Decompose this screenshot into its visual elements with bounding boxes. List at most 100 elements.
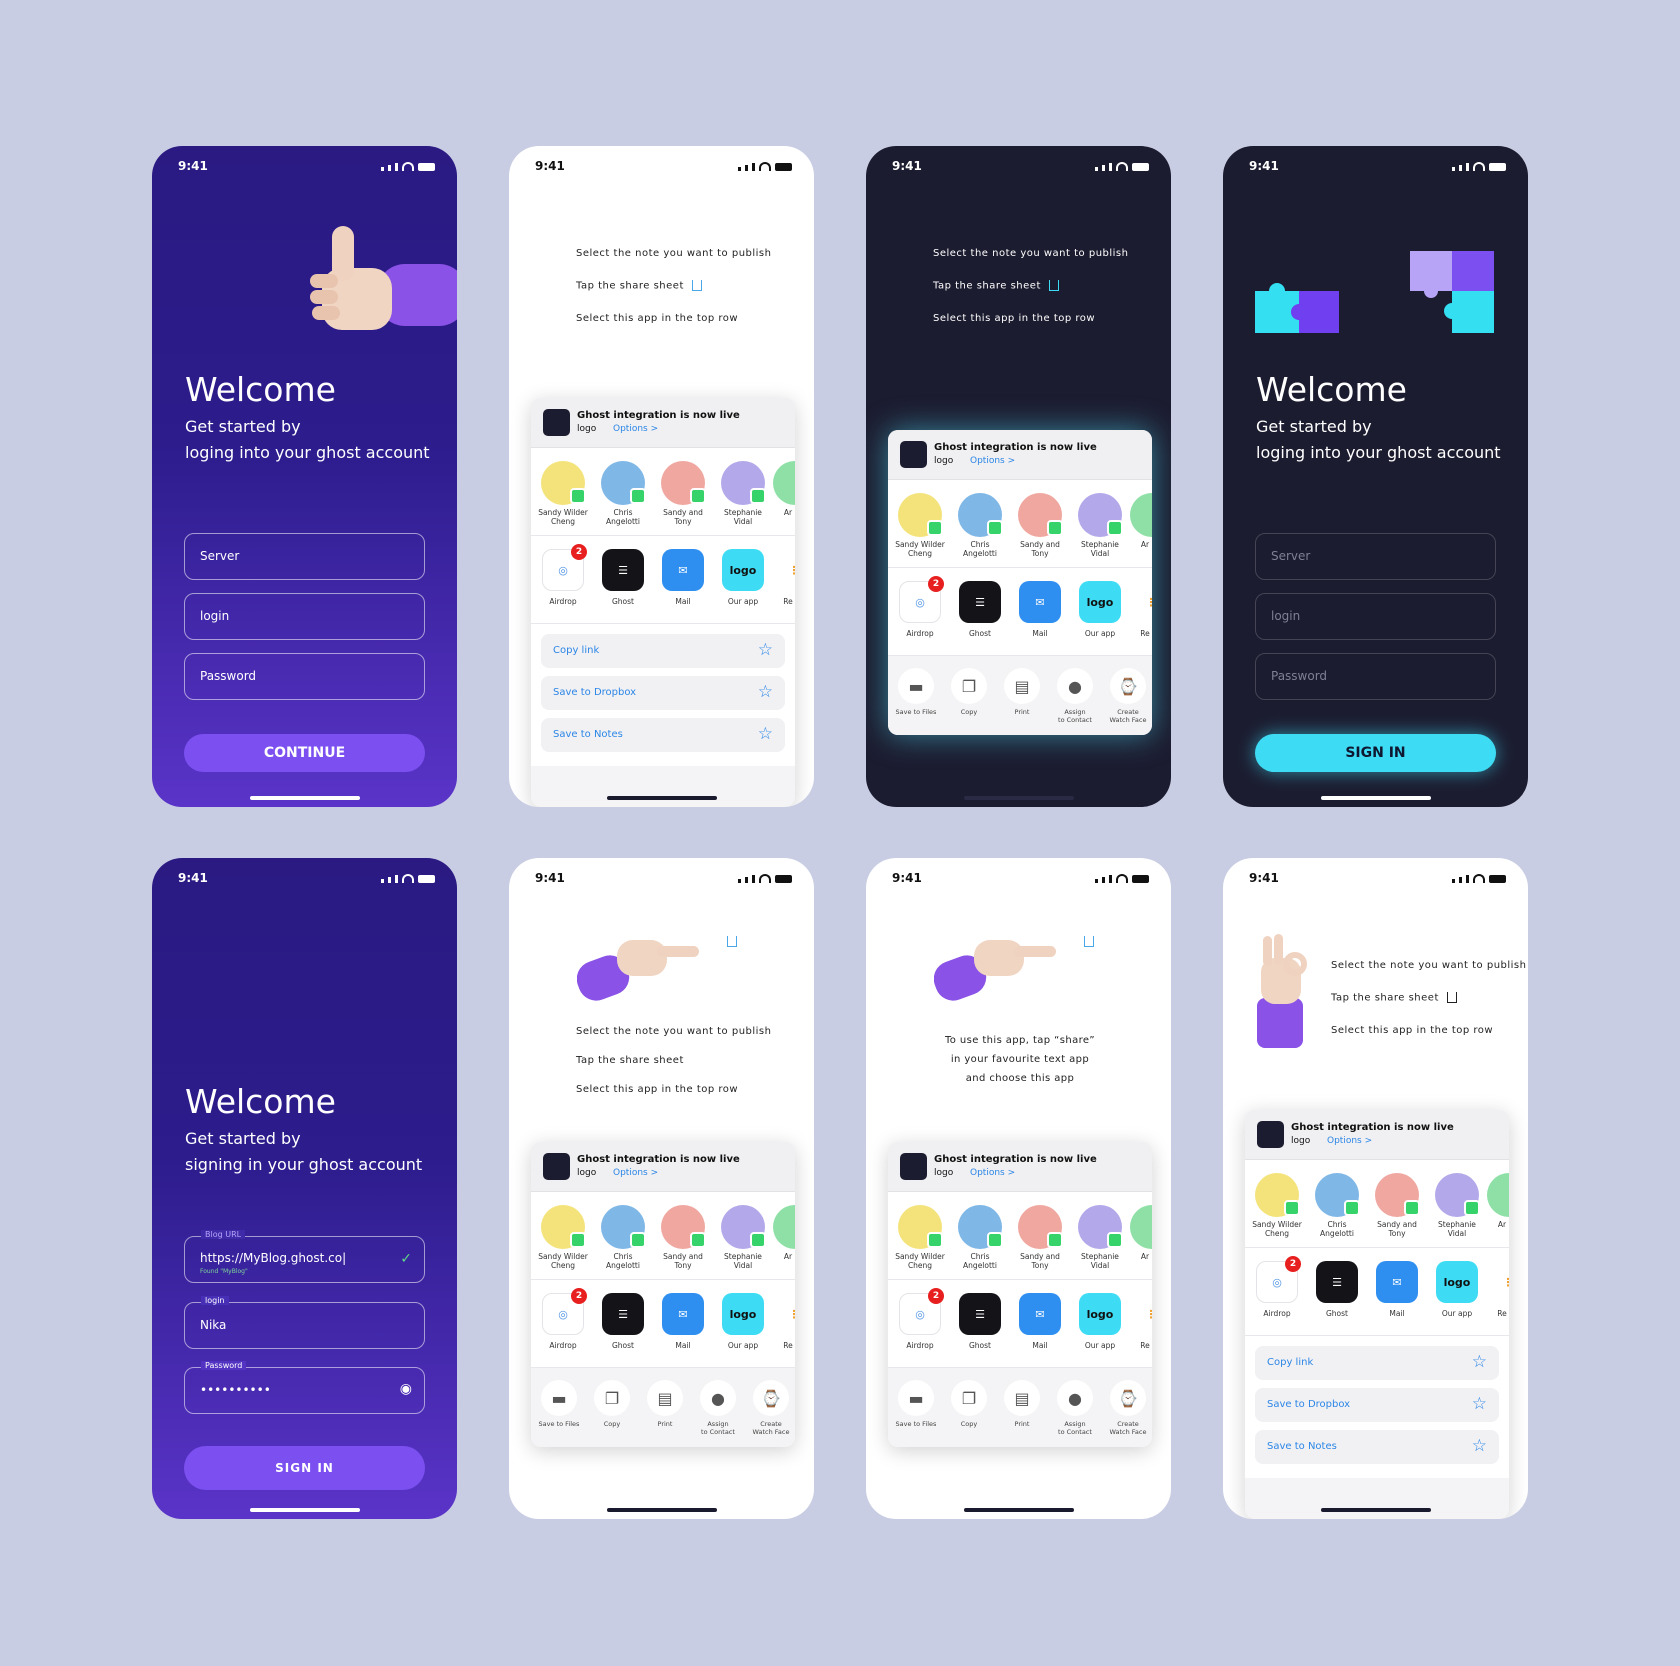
star-icon[interactable]: ☆ xyxy=(1472,1437,1487,1455)
password-field[interactable]: Password •••••••••• ◉ xyxy=(184,1361,425,1414)
app-mail[interactable]: ✉ Mail xyxy=(653,549,713,606)
app-ghost[interactable]: ☰ Ghost xyxy=(950,1293,1010,1350)
share-icon[interactable] xyxy=(727,936,737,947)
options-link[interactable]: Options > xyxy=(970,1168,1015,1178)
contact-stephanie[interactable]: Stephanie Vidal xyxy=(1427,1173,1487,1238)
watch-face-action[interactable]: ⌚ Create Watch Face xyxy=(1102,668,1152,724)
save-to-files-action[interactable]: ▬ Save to Files xyxy=(890,1380,942,1428)
sign-in-button[interactable]: SIGN IN xyxy=(184,1446,425,1490)
watch-face-action[interactable]: ⌚ Create Watch Face xyxy=(1102,1380,1152,1436)
contact-sandy-tony[interactable]: Sandy and Tony xyxy=(1010,1205,1070,1270)
save-notes-action[interactable]: Save to Notes ☆ xyxy=(541,718,785,752)
contact-sandy-wilder[interactable]: Sandy Wilder Cheng xyxy=(533,461,593,526)
contact-sandy-tony[interactable]: Sandy and Tony xyxy=(653,461,713,526)
options-link[interactable]: Options > xyxy=(613,1168,658,1178)
contact-sandy-wilder[interactable]: Sandy Wilder Cheng xyxy=(1247,1173,1307,1238)
contact-partial[interactable]: Ar xyxy=(1130,493,1152,549)
contact-sandy-wilder[interactable]: Sandy Wilder Cheng xyxy=(890,493,950,558)
watch-face-action[interactable]: ⌚ Create Watch Face xyxy=(745,1380,795,1436)
contact-stephanie[interactable]: Stephanie Vidal xyxy=(1070,493,1130,558)
app-ghost[interactable]: ☰ Ghost xyxy=(1307,1261,1367,1318)
app-airdrop[interactable]: ◎ 2 Airdrop xyxy=(890,576,950,638)
app-partial[interactable]: ⋮ Re xyxy=(773,1293,795,1350)
contact-sandy-wilder[interactable]: Sandy Wilder Cheng xyxy=(533,1205,593,1270)
contact-chris[interactable]: Chris Angelotti xyxy=(593,1205,653,1270)
save-notes-action[interactable]: Save to Notes ☆ xyxy=(1255,1430,1499,1464)
contact-partial[interactable]: Ar xyxy=(1487,1173,1509,1229)
server-input[interactable]: Server xyxy=(184,533,425,580)
star-icon[interactable]: ☆ xyxy=(758,683,773,701)
our-app-icon: logo xyxy=(1436,1261,1478,1303)
contact-stephanie[interactable]: Stephanie Vidal xyxy=(713,1205,773,1270)
contact-chris[interactable]: Chris Angelotti xyxy=(950,493,1010,558)
save-to-files-action[interactable]: ▬ Save to Files xyxy=(890,668,942,716)
assign-contact-action[interactable]: ● Assign to Contact xyxy=(1049,668,1101,724)
app-ghost[interactable]: ☰ Ghost xyxy=(950,581,1010,638)
app-airdrop[interactable]: ◎ 2 Airdrop xyxy=(533,544,593,606)
app-our-app[interactable]: logo Our app xyxy=(1070,1293,1130,1350)
login-input[interactable]: login xyxy=(184,593,425,640)
contact-stephanie[interactable]: Stephanie Vidal xyxy=(713,461,773,526)
copy-link-action[interactable]: Copy link ☆ xyxy=(541,634,785,668)
copy-action[interactable]: ❐ Copy xyxy=(586,1380,638,1428)
copy-action[interactable]: ❐ Copy xyxy=(943,1380,995,1428)
print-action[interactable]: ▤ Print xyxy=(639,1380,691,1428)
share-icon[interactable] xyxy=(1084,936,1094,947)
save-dropbox-action[interactable]: Save to Dropbox ☆ xyxy=(541,676,785,710)
app-airdrop[interactable]: ◎ 2 Airdrop xyxy=(890,1288,950,1350)
assign-contact-action[interactable]: ● Assign to Contact xyxy=(692,1380,744,1436)
app-partial[interactable]: ⋮ Re xyxy=(1130,1293,1152,1350)
star-icon[interactable]: ☆ xyxy=(758,641,773,659)
app-partial[interactable]: ⋮ Re xyxy=(773,549,795,606)
status-time: 9:41 xyxy=(178,159,208,173)
app-airdrop[interactable]: ◎ 2 Airdrop xyxy=(1247,1256,1307,1318)
thumbs-up-illustration xyxy=(310,226,457,330)
options-link[interactable]: Options > xyxy=(970,456,1015,466)
contact-sandy-tony[interactable]: Sandy and Tony xyxy=(653,1205,713,1270)
copy-link-action[interactable]: Copy link ☆ xyxy=(1255,1346,1499,1380)
app-ghost[interactable]: ☰ Ghost xyxy=(593,1293,653,1350)
password-input[interactable]: Password xyxy=(184,653,425,700)
contact-sandy-wilder[interactable]: Sandy Wilder Cheng xyxy=(890,1205,950,1270)
app-airdrop[interactable]: ◎ 2 Airdrop xyxy=(533,1288,593,1350)
contact-partial[interactable]: Ar xyxy=(1130,1205,1152,1261)
contact-sandy-tony[interactable]: Sandy and Tony xyxy=(1367,1173,1427,1238)
contact-partial[interactable]: Ar xyxy=(773,1205,795,1261)
star-icon[interactable]: ☆ xyxy=(758,725,773,743)
app-mail[interactable]: ✉ Mail xyxy=(653,1293,713,1350)
save-dropbox-action[interactable]: Save to Dropbox ☆ xyxy=(1255,1388,1499,1422)
app-our-app[interactable]: logo Our app xyxy=(1070,581,1130,638)
star-icon[interactable]: ☆ xyxy=(1472,1353,1487,1371)
contact-sandy-tony[interactable]: Sandy and Tony xyxy=(1010,493,1070,558)
options-link[interactable]: Options > xyxy=(1327,1136,1372,1146)
continue-button[interactable]: CONTINUE xyxy=(184,734,425,772)
eye-icon[interactable]: ◉ xyxy=(400,1381,412,1397)
options-link[interactable]: Options > xyxy=(613,424,658,434)
app-mail[interactable]: ✉ Mail xyxy=(1010,581,1070,638)
star-icon[interactable]: ☆ xyxy=(1472,1395,1487,1413)
assign-contact-action[interactable]: ● Assign to Contact xyxy=(1049,1380,1101,1436)
print-action[interactable]: ▤ Print xyxy=(996,1380,1048,1428)
print-action[interactable]: ▤ Print xyxy=(996,668,1048,716)
blog-url-field[interactable]: Blog URL https://MyBlog.ghost.co| Found … xyxy=(184,1230,425,1283)
login-input[interactable]: login xyxy=(1255,593,1496,640)
app-mail[interactable]: ✉ Mail xyxy=(1367,1261,1427,1318)
app-ghost[interactable]: ☰ Ghost xyxy=(593,549,653,606)
sign-in-button[interactable]: SIGN IN xyxy=(1255,734,1496,772)
app-partial[interactable]: ⋮ Re xyxy=(1130,581,1152,638)
login-field[interactable]: login Nika xyxy=(184,1296,425,1349)
app-mail[interactable]: ✉ Mail xyxy=(1010,1293,1070,1350)
contact-chris[interactable]: Chris Angelotti xyxy=(1307,1173,1367,1238)
app-our-app[interactable]: logo Our app xyxy=(1427,1261,1487,1318)
contact-partial[interactable]: Ar xyxy=(773,461,795,517)
save-to-files-action[interactable]: ▬ Save to Files xyxy=(533,1380,585,1428)
app-partial[interactable]: ⋮ Re xyxy=(1487,1261,1509,1318)
server-input[interactable]: Server xyxy=(1255,533,1496,580)
password-input[interactable]: Password xyxy=(1255,653,1496,700)
app-our-app[interactable]: logo Our app xyxy=(713,1293,773,1350)
contact-chris[interactable]: Chris Angelotti xyxy=(950,1205,1010,1270)
contact-chris[interactable]: Chris Angelotti xyxy=(593,461,653,526)
copy-action[interactable]: ❐ Copy xyxy=(943,668,995,716)
app-our-app[interactable]: logo Our app xyxy=(713,549,773,606)
contact-stephanie[interactable]: Stephanie Vidal xyxy=(1070,1205,1130,1270)
